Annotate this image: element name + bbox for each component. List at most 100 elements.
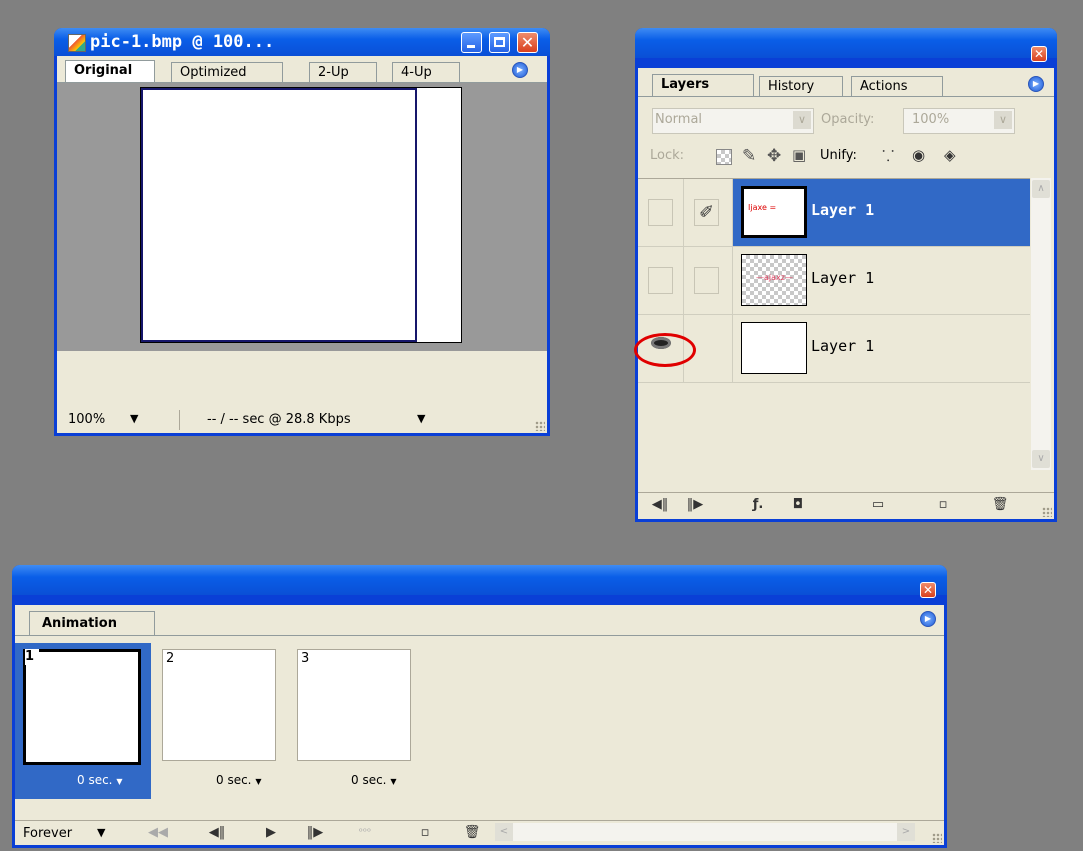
layer-thumbnail bbox=[741, 322, 807, 374]
layer-edit-cell[interactable]: ✐ bbox=[684, 179, 733, 246]
unify-style-icon[interactable]: ◈ bbox=[944, 146, 956, 164]
next-frame-icon[interactable]: ‖▶ bbox=[685, 497, 705, 513]
frames-scrollbar[interactable]: < > bbox=[495, 823, 915, 841]
animation-close-button[interactable]: ✕ bbox=[920, 582, 936, 598]
frame-delay[interactable]: 0 sec. ▼ bbox=[77, 773, 122, 787]
canvas-image-bounds[interactable] bbox=[141, 88, 417, 342]
unify-position-icon[interactable]: ⸪ bbox=[882, 146, 894, 166]
new-set-icon[interactable]: ▭ bbox=[868, 497, 888, 513]
tab-optimized[interactable]: Optimized bbox=[171, 62, 283, 82]
frame-delay-text: 0 sec. bbox=[216, 773, 252, 787]
layer-row[interactable]: —ajaxz— Layer 1 bbox=[638, 247, 1030, 315]
document-body: Original Optimized 2-Up 4-Up ▶ 100% ▼ --… bbox=[57, 56, 547, 433]
resize-grip-icon[interactable] bbox=[932, 833, 942, 843]
canvas-page bbox=[140, 87, 462, 343]
layer-mask-icon[interactable]: ◘ bbox=[788, 497, 808, 513]
tween-icon[interactable]: ᵒᵒᵒ bbox=[355, 825, 375, 841]
panel-menu-icon[interactable]: ▶ bbox=[512, 62, 528, 78]
frame-delay-text: 0 sec. bbox=[77, 773, 113, 787]
animation-frame[interactable]: 1 0 sec. ▼ bbox=[15, 643, 151, 799]
chevron-down-icon: ∨ bbox=[994, 111, 1012, 129]
new-layer-icon[interactable]: ▫ bbox=[933, 497, 953, 513]
lock-label: Lock: bbox=[650, 148, 685, 163]
layer-edit-cell[interactable] bbox=[684, 315, 733, 382]
thumbnail-text: Ijaxe = bbox=[748, 203, 777, 212]
layer-thumbnail: —ajaxz— bbox=[741, 254, 807, 306]
tab-history[interactable]: History bbox=[759, 76, 843, 96]
layer-visibility-cell[interactable] bbox=[638, 179, 684, 246]
layer-visibility-cell[interactable] bbox=[634, 315, 696, 382]
previous-frame-icon[interactable]: ◀‖ bbox=[207, 825, 227, 841]
scroll-left-icon[interactable]: < bbox=[495, 823, 513, 841]
layers-titlebar[interactable]: ✕ bbox=[635, 28, 1057, 62]
maximize-icon bbox=[494, 37, 505, 47]
unify-label: Unify: bbox=[820, 148, 857, 163]
chevron-down-icon: ▼ bbox=[130, 412, 139, 425]
frame-delay-text: 0 sec. bbox=[351, 773, 387, 787]
scroll-up-icon[interactable]: ∧ bbox=[1032, 180, 1050, 198]
layer-selected-area[interactable]: Ijaxe = Layer 1 bbox=[733, 179, 1030, 246]
scroll-right-icon[interactable]: > bbox=[897, 823, 915, 841]
panel-menu-icon[interactable]: ▶ bbox=[920, 611, 936, 627]
layer-row[interactable]: ✐ Ijaxe = Layer 1 bbox=[638, 179, 1030, 247]
close-button[interactable]: ✕ bbox=[517, 32, 538, 53]
opacity-field[interactable]: 100% ∨ bbox=[903, 108, 1015, 134]
minimize-button[interactable] bbox=[461, 32, 482, 53]
chevron-down-icon: ∨ bbox=[793, 111, 811, 129]
tab-animation[interactable]: Animation bbox=[29, 611, 155, 635]
frame-number: 3 bbox=[301, 651, 310, 666]
panel-menu-icon[interactable]: ▶ bbox=[1028, 76, 1044, 92]
lock-paint-icon[interactable]: ✎ bbox=[742, 146, 756, 166]
layers-scrollbar[interactable]: ∧ ∨ bbox=[1031, 178, 1051, 470]
frame-delay[interactable]: 0 sec. ▼ bbox=[351, 773, 396, 787]
loop-dropdown[interactable]: Forever ▼ bbox=[23, 825, 141, 843]
tab-4up[interactable]: 4-Up bbox=[392, 62, 460, 82]
frame-number: 2 bbox=[166, 651, 175, 666]
animation-window: ✕ Animation ▶ 1 0 sec. ▼ 2 0 sec. ▼ 3 0 … bbox=[12, 565, 947, 848]
next-frame-icon[interactable]: ‖▶ bbox=[305, 825, 325, 841]
animation-titlebar[interactable]: ✕ bbox=[12, 565, 947, 598]
frame-thumbnail bbox=[162, 649, 276, 761]
animation-frame[interactable]: 2 0 sec. ▼ bbox=[160, 643, 284, 799]
play-icon[interactable]: ▶ bbox=[261, 825, 281, 841]
layer-edit-cell[interactable] bbox=[684, 247, 733, 314]
document-title: pic-1.bmp @ 100... bbox=[90, 32, 275, 52]
layers-list: ✐ Ijaxe = Layer 1 —ajaxz— Layer 1 Layer … bbox=[634, 178, 1030, 471]
prev-frame-icon[interactable]: ◀‖ bbox=[650, 497, 670, 513]
frame-delay[interactable]: 0 sec. ▼ bbox=[216, 773, 261, 787]
blend-mode-select[interactable]: Normal ∨ bbox=[652, 108, 814, 134]
trash-icon[interactable]: 🗑 bbox=[462, 825, 482, 841]
maximize-button[interactable] bbox=[489, 32, 510, 53]
document-window: pic-1.bmp @ 100... ✕ Original Optimized … bbox=[54, 28, 550, 436]
lock-move-icon[interactable]: ✥ bbox=[767, 146, 781, 166]
document-titlebar[interactable]: pic-1.bmp @ 100... ✕ bbox=[54, 28, 550, 56]
duplicate-frame-icon[interactable]: ▫ bbox=[415, 825, 435, 841]
loop-value: Forever bbox=[23, 826, 73, 841]
layer-visibility-cell[interactable] bbox=[638, 247, 684, 314]
resize-grip-icon[interactable] bbox=[535, 421, 545, 431]
close-icon: ✕ bbox=[1033, 47, 1045, 61]
tab-2up[interactable]: 2-Up bbox=[309, 62, 377, 82]
first-frame-icon[interactable]: ◀◀ bbox=[148, 825, 168, 841]
layer-effects-icon[interactable]: ƒ. bbox=[748, 497, 768, 513]
zoom-value: 100% bbox=[68, 412, 106, 427]
layer-name: Layer 1 bbox=[811, 201, 875, 219]
status-divider bbox=[179, 410, 180, 430]
layer-row[interactable]: Layer 1 bbox=[634, 315, 1030, 383]
animation-tabs: Animation ▶ bbox=[15, 609, 944, 636]
download-time-dropdown[interactable]: -- / -- sec @ 28.8 Kbps ▼ bbox=[207, 411, 437, 429]
tab-layers[interactable]: Layers bbox=[652, 74, 754, 96]
trash-icon[interactable]: 🗑 bbox=[990, 497, 1010, 513]
tab-original[interactable]: Original bbox=[65, 60, 155, 82]
zoom-dropdown[interactable]: 100% ▼ bbox=[65, 411, 165, 429]
resize-grip-icon[interactable] bbox=[1042, 507, 1052, 517]
lock-transparency-icon[interactable] bbox=[716, 149, 732, 165]
frame-number: 1 bbox=[25, 649, 39, 665]
tab-actions[interactable]: Actions bbox=[851, 76, 943, 96]
animation-frame[interactable]: 3 0 sec. ▼ bbox=[295, 643, 419, 799]
lock-all-icon[interactable]: ▣ bbox=[792, 146, 806, 164]
unify-visibility-icon[interactable]: ◉ bbox=[912, 146, 925, 164]
layers-close-button[interactable]: ✕ bbox=[1031, 46, 1047, 62]
scroll-down-icon[interactable]: ∨ bbox=[1032, 450, 1050, 468]
thumbnail-text: —ajaxz— bbox=[756, 273, 793, 282]
